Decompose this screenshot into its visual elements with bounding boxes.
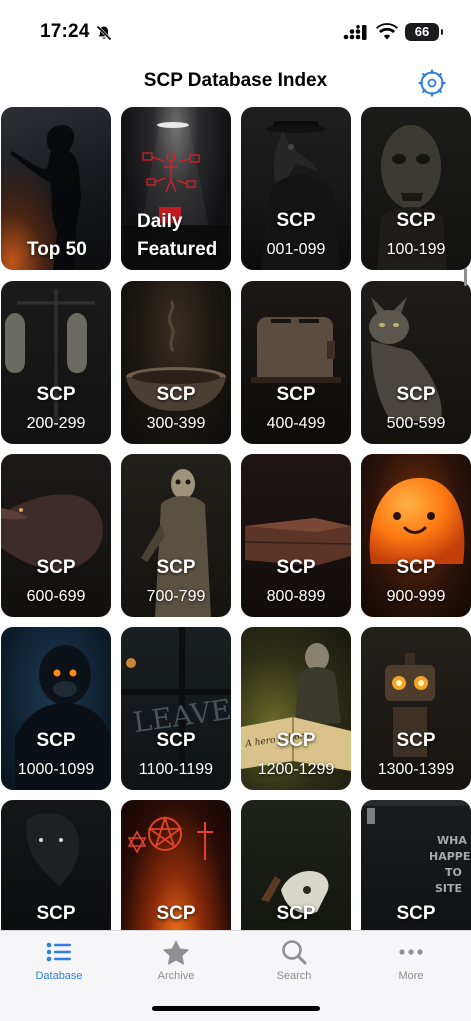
tile-series-range: 1200-1299 — [257, 761, 335, 778]
tab-more[interactable]: More — [352, 931, 470, 991]
tile-top-50[interactable]: Top 50 — [1, 107, 111, 270]
tile-series-label: SCP — [276, 730, 316, 751]
tile-series-range: 200-299 — [26, 415, 86, 432]
tile-series-range: 1000-1099 — [17, 761, 95, 778]
tile-scp-500-599[interactable]: SCP 500-599 — [361, 281, 471, 444]
settings-button[interactable] — [418, 69, 446, 97]
tile-scp-300-399[interactable]: SCP 300-399 — [121, 281, 231, 444]
tile-series-label: SCP — [396, 210, 436, 231]
tile-series-label: SCP — [36, 384, 76, 405]
graffiti-text-3: TO — [445, 866, 462, 879]
gear-icon — [418, 69, 446, 97]
scp-series-grid: Top 50 Daily Featured SCP 001-099 SCP 10… — [0, 107, 471, 930]
tile-scp-row5-1[interactable]: SCP — [1, 800, 111, 930]
tile-series-range: 900-999 — [386, 588, 446, 605]
status-time: 17:24 — [40, 21, 90, 42]
tile-series-range: 100-199 — [386, 241, 446, 258]
graffiti-text-1: WHA — [437, 834, 467, 847]
tile-series-label: SCP — [156, 384, 196, 405]
tile-series-label: SCP — [156, 730, 196, 751]
tile-series-range: 1100-1199 — [138, 761, 214, 778]
home-indicator — [152, 1006, 320, 1011]
cellular-signal-icon — [343, 25, 367, 40]
tile-scp-row5-3[interactable]: SCP — [241, 800, 351, 930]
tile-scp-1300-1399[interactable]: SCP 1300-1399 — [361, 627, 471, 790]
tile-series-range: 1300-1399 — [377, 761, 455, 778]
tile-series-range: 700-799 — [146, 588, 206, 605]
tile-series-label: SCP — [396, 903, 436, 924]
tile-title: Top 50 — [27, 239, 87, 260]
tile-series-label: SCP — [396, 557, 436, 578]
tile-series-label: SCP — [396, 384, 436, 405]
tile-series-label: SCP — [276, 557, 316, 578]
tile-scp-400-499[interactable]: SCP 400-499 — [241, 281, 351, 444]
tile-daily-featured[interactable]: Daily Featured — [121, 107, 231, 270]
tile-series-label: SCP — [276, 384, 316, 405]
tile-scp-1100-1199[interactable]: LEAVE! SCP 1100-1199 — [121, 627, 231, 790]
tile-series-range: 300-399 — [146, 415, 206, 432]
tile-title-line1: Daily — [137, 211, 183, 232]
bell-slash-icon — [96, 25, 112, 41]
tile-series-label: SCP — [156, 557, 196, 578]
tile-series-range: 500-599 — [386, 415, 446, 432]
tile-series-label: SCP — [276, 210, 316, 231]
tile-scp-1200-1299[interactable]: A hero is born. SCP 1200-1299 — [241, 627, 351, 790]
tab-search[interactable]: Search — [235, 931, 353, 991]
tab-database[interactable]: Database — [0, 931, 118, 991]
tab-label: Database — [35, 970, 83, 982]
tile-series-label: SCP — [276, 903, 316, 924]
graffiti-text-2: HAPPE — [429, 850, 470, 863]
tile-scp-600-699[interactable]: SCP 600-699 — [1, 454, 111, 617]
tile-scp-800-899[interactable]: SCP 800-899 — [241, 454, 351, 617]
tile-series-range: 600-699 — [26, 588, 86, 605]
tile-scp-100-199[interactable]: SCP 100-199 — [361, 107, 471, 270]
status-bar: 17:24 66 — [0, 0, 471, 62]
tab-label: Search — [276, 970, 312, 982]
tile-scp-1000-1099[interactable]: SCP 1000-1099 — [1, 627, 111, 790]
battery-indicator: 66 — [405, 23, 443, 41]
tile-scp-row5-4[interactable]: WHA HAPPE TO SITE SCP — [361, 800, 471, 930]
tab-label: More — [398, 970, 424, 982]
tile-series-label: SCP — [36, 557, 76, 578]
tile-scp-900-999[interactable]: SCP 900-999 — [361, 454, 471, 617]
tile-series-label: SCP — [36, 730, 76, 751]
page-title: SCP Database Index — [143, 70, 328, 91]
star-icon — [162, 940, 190, 965]
tile-series-range: 400-499 — [266, 415, 326, 432]
tile-series-label: SCP — [36, 903, 76, 924]
magnifier-icon — [282, 940, 307, 965]
tile-series-range: 001-099 — [266, 241, 326, 258]
tile-scp-row5-2[interactable]: SCP — [121, 800, 231, 930]
tile-series-range: 800-899 — [266, 588, 326, 605]
tile-scp-200-299[interactable]: SCP 200-299 — [1, 281, 111, 444]
scroll-indicator[interactable] — [464, 268, 467, 286]
list-icon — [46, 942, 71, 962]
tab-archive[interactable]: Archive — [117, 931, 235, 991]
tile-series-label: SCP — [396, 730, 436, 751]
tile-series-label: SCP — [156, 903, 196, 924]
graffiti-text-4: SITE — [435, 882, 462, 895]
ellipsis-icon — [399, 949, 423, 955]
tile-title-line2: Featured — [137, 239, 218, 260]
tab-label: Archive — [157, 970, 195, 982]
tile-scp-700-799[interactable]: SCP 700-799 — [121, 454, 231, 617]
wifi-icon — [376, 23, 398, 40]
tile-scp-001-099[interactable]: SCP 001-099 — [241, 107, 351, 270]
